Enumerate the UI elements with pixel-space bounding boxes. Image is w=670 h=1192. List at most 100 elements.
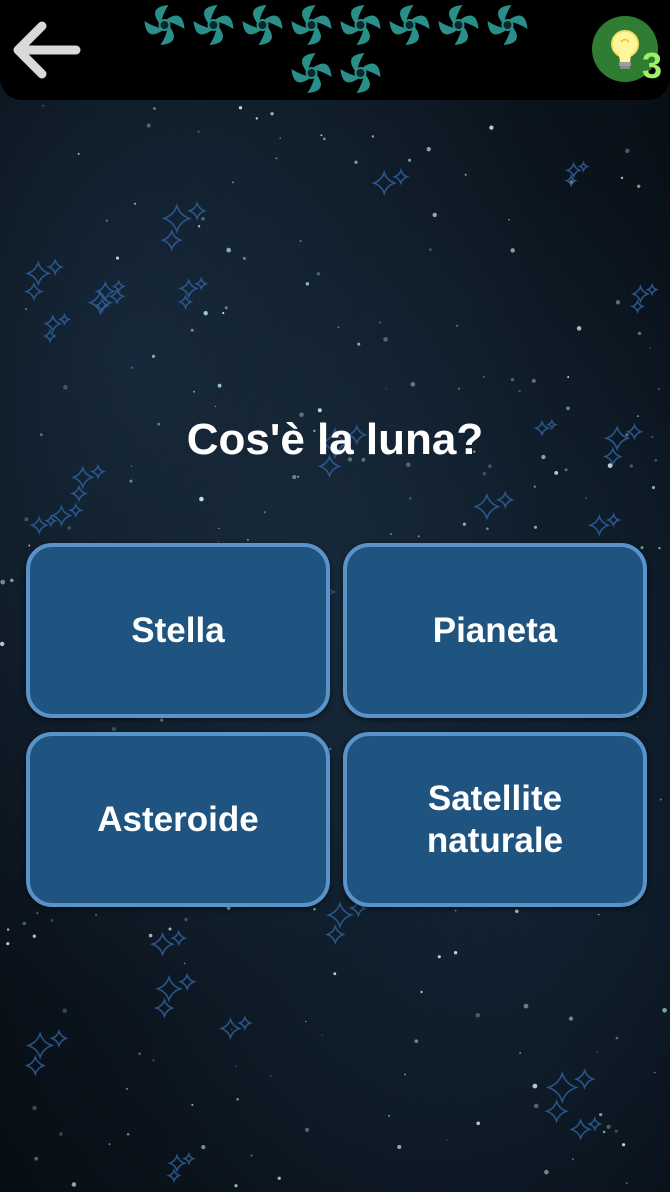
- star-dot: [404, 1073, 407, 1076]
- sparkle-icon: [194, 276, 209, 291]
- star-dot: [523, 1003, 529, 1009]
- star-dot: [152, 1059, 155, 1062]
- answer-label: Asteroide: [97, 799, 259, 839]
- star-dot: [28, 544, 31, 547]
- star-dot: [576, 326, 582, 331]
- star-dot: [115, 256, 120, 260]
- star-dot: [6, 928, 10, 931]
- star-dot: [138, 1052, 141, 1055]
- sparkle-icon: [153, 997, 175, 1019]
- sparkle-icon: [545, 1070, 579, 1104]
- sparkle-icon: [42, 328, 58, 344]
- answer-button-4[interactable]: Satellite naturale: [343, 732, 647, 907]
- star-dot: [0, 641, 5, 647]
- sparkle-icon: [170, 929, 188, 947]
- sparkle-icon: [472, 492, 501, 521]
- sparkle-icon: [324, 923, 346, 946]
- star-dot: [510, 248, 515, 253]
- star-dot: [654, 1071, 656, 1074]
- sparkle-icon: [236, 1015, 253, 1031]
- star-dot: [531, 378, 536, 383]
- star-dot: [222, 312, 225, 315]
- star-dot: [397, 1144, 402, 1150]
- star-dot: [126, 1133, 130, 1136]
- star-dot: [371, 135, 375, 138]
- sparkle-icon: [544, 1098, 569, 1124]
- star-dot: [337, 326, 340, 329]
- star-dot: [10, 578, 14, 583]
- sparkle-icon: [577, 160, 590, 173]
- star-dot: [510, 377, 515, 382]
- star-dot: [130, 366, 133, 369]
- star-dot: [111, 727, 116, 732]
- star-dot: [458, 387, 461, 390]
- star-dot: [32, 1105, 37, 1111]
- star-dot: [250, 1154, 253, 1157]
- star-dot: [129, 479, 133, 483]
- star-dot: [217, 383, 222, 388]
- sparkle-icon: [67, 502, 84, 519]
- star-dot: [598, 913, 600, 916]
- star-dot: [197, 130, 200, 133]
- star-dot: [602, 1130, 606, 1134]
- star-dot: [409, 496, 412, 500]
- sparkle-icon: [161, 203, 193, 234]
- star-dot: [231, 1028, 233, 1031]
- star-dot: [554, 471, 559, 475]
- star-dot: [519, 1052, 522, 1054]
- star-dot: [625, 148, 630, 154]
- star-dot: [410, 381, 416, 387]
- star-dot: [482, 471, 487, 476]
- star-dot: [42, 104, 45, 107]
- star-dot: [148, 933, 153, 938]
- answer-button-3[interactable]: Asteroide: [26, 732, 330, 907]
- star-dot: [508, 218, 510, 221]
- star-dot: [238, 106, 243, 110]
- star-dot: [489, 125, 494, 130]
- star-dot: [388, 1114, 391, 1117]
- sparkle-icon: [186, 200, 208, 222]
- star-dot: [453, 951, 458, 955]
- sparkle-icon: [564, 161, 583, 179]
- star-dot: [614, 1129, 618, 1133]
- star-dot: [437, 955, 441, 959]
- star-dot: [378, 321, 381, 324]
- star-dot: [184, 962, 186, 965]
- star-dot: [567, 376, 570, 379]
- star-dot: [6, 941, 10, 946]
- sparkle-icon: [69, 484, 89, 503]
- star-dot: [199, 496, 204, 502]
- star-dot: [305, 282, 310, 286]
- sparkle-icon: [70, 465, 95, 490]
- sparkle-icon: [25, 260, 52, 287]
- star-dot: [50, 919, 54, 922]
- galaxy-icon: [340, 53, 381, 93]
- star-dot: [658, 388, 660, 390]
- star-dot: [389, 532, 393, 536]
- star-dot: [659, 798, 662, 801]
- back-button[interactable]: [8, 18, 84, 82]
- sparkle-icon: [160, 228, 184, 252]
- top-bar: 3: [0, 0, 670, 100]
- sparkle-icon: [605, 512, 622, 528]
- sparkle-icon: [177, 293, 194, 310]
- star-dot: [270, 112, 274, 116]
- sparkle-icon: [167, 1153, 187, 1173]
- star-dot: [133, 202, 137, 205]
- star-dot: [428, 248, 432, 252]
- star-dot: [354, 160, 358, 164]
- star-dot: [357, 342, 361, 346]
- answer-button-2[interactable]: Pianeta: [343, 543, 647, 718]
- star-dot: [201, 1144, 206, 1150]
- star-dot: [462, 522, 466, 526]
- galaxy-icon: [487, 5, 528, 45]
- galaxy-icon: [291, 53, 332, 93]
- sparkle-icon: [325, 901, 354, 930]
- answer-button-1[interactable]: Stella: [26, 543, 330, 718]
- star-dot: [585, 497, 587, 499]
- star-dot: [234, 1184, 238, 1188]
- sparkle-icon: [569, 1117, 592, 1141]
- sparkle-icon: [46, 258, 65, 276]
- star-dot: [321, 1034, 323, 1036]
- star-dot: [662, 1007, 667, 1013]
